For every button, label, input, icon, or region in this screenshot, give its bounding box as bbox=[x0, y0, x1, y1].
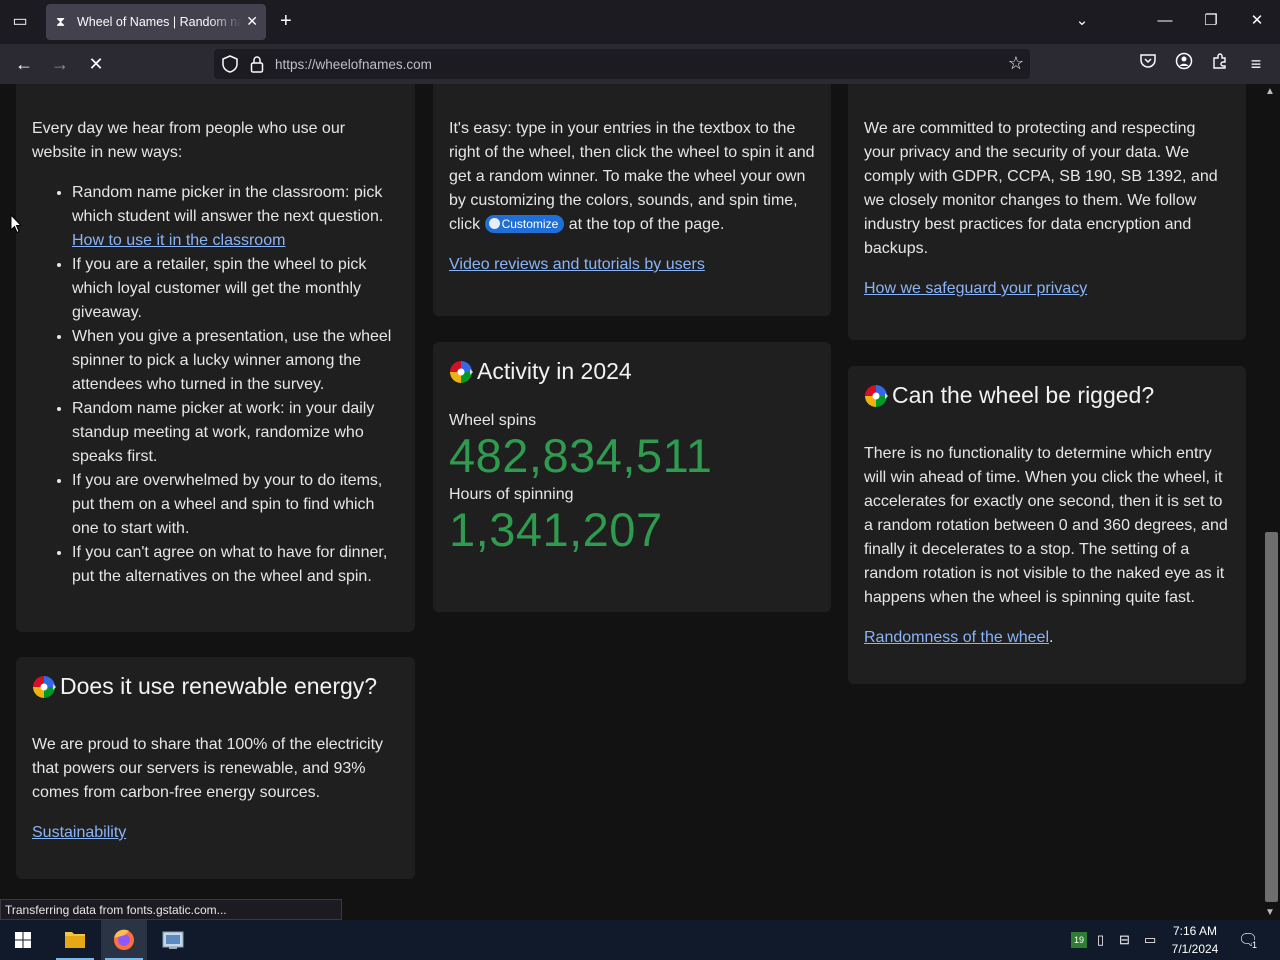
extensions-icon[interactable] bbox=[1208, 52, 1232, 76]
sustainability-link[interactable]: Sustainability bbox=[32, 824, 126, 841]
close-window-icon[interactable]: ✕ bbox=[1245, 10, 1269, 32]
app-taskbar[interactable] bbox=[150, 920, 196, 960]
wheel-logo-icon bbox=[449, 360, 473, 384]
privacy-text: We are committed to protecting and respe… bbox=[864, 120, 1218, 257]
video-reviews-link[interactable]: Video reviews and tutorials by users bbox=[449, 256, 705, 273]
firefox-taskbar[interactable] bbox=[101, 920, 147, 960]
url-text[interactable]: https://wheelofnames.com bbox=[275, 57, 432, 72]
card-renewable-energy: Does it use renewable energy? We are pro… bbox=[16, 657, 415, 879]
use-case-list: Random name picker in the classroom: pic… bbox=[32, 181, 399, 589]
how-text: It's easy: type in your entries in the t… bbox=[449, 120, 815, 233]
url-bar[interactable]: https://wheelofnames.com ☆ bbox=[214, 49, 1030, 79]
card-what-for: Every day we hear from people who use ou… bbox=[16, 84, 415, 632]
clock-time: 7:16 AM bbox=[1172, 924, 1218, 938]
card-data-privacy: We are committed to protecting and respe… bbox=[848, 84, 1246, 340]
stop-loading-icon[interactable]: ✕ bbox=[84, 52, 108, 76]
restore-icon[interactable]: ❐ bbox=[1199, 10, 1223, 32]
mouse-cursor-icon bbox=[10, 214, 22, 234]
tab-bar: ▭ ⧗ Wheel of Names | Random name picker … bbox=[0, 0, 1280, 44]
scrollbar-thumb[interactable] bbox=[1265, 532, 1278, 902]
hourglass-icon: ⧗ bbox=[56, 14, 66, 29]
scroll-up-arrow-icon[interactable]: ▲ bbox=[1265, 86, 1275, 97]
spins-value: 482,834,511 bbox=[449, 429, 713, 482]
spins-label: Wheel spins bbox=[449, 412, 537, 429]
list-item: Random name picker in the classroom: pic… bbox=[72, 181, 399, 253]
battery-icon[interactable]: ▯ bbox=[1097, 932, 1104, 948]
firefox-icon bbox=[114, 929, 134, 950]
new-tab-button[interactable]: + bbox=[280, 10, 292, 32]
card-activity: Activity in 2024 Wheel spins 482,834,511… bbox=[433, 342, 831, 612]
display-icon[interactable]: ▭ bbox=[1144, 932, 1156, 948]
back-arrow-icon[interactable]: ← bbox=[12, 52, 36, 76]
folder-icon bbox=[65, 932, 85, 948]
hours-label: Hours of spinning bbox=[449, 486, 574, 503]
pocket-icon[interactable] bbox=[1136, 52, 1160, 76]
chevron-down-icon[interactable]: ⌄ bbox=[1070, 10, 1094, 32]
scroll-down-arrow-icon[interactable]: ▼ bbox=[1265, 907, 1275, 918]
file-explorer-taskbar[interactable] bbox=[52, 920, 98, 960]
list-item: If you are overwhelmed by your to do ite… bbox=[72, 469, 399, 541]
page-content: Every day we hear from people who use ou… bbox=[0, 84, 1262, 920]
list-item: Random name picker at work: in your dail… bbox=[72, 397, 399, 469]
activity-heading: Activity in 2024 bbox=[449, 358, 815, 385]
card-intro: Every day we hear from people who use ou… bbox=[32, 120, 346, 161]
card-how-to-use: It's easy: type in your entries in the t… bbox=[433, 84, 831, 316]
rigged-heading: Can the wheel be rigged? bbox=[864, 382, 1230, 409]
list-item: When you give a presentation, use the wh… bbox=[72, 325, 399, 397]
lock-icon[interactable] bbox=[250, 55, 264, 73]
classroom-link[interactable]: How to use it in the classroom bbox=[72, 232, 285, 249]
page-scrollbar[interactable]: ▲ ▼ bbox=[1262, 84, 1280, 920]
navigation-toolbar: ← → ✕ https://wheelofnames.com ☆ ≡ bbox=[0, 44, 1280, 84]
firefox-view-button[interactable]: ▭ bbox=[6, 9, 34, 35]
tab-wheel-of-names[interactable]: ⧗ Wheel of Names | Random name picker ✕ bbox=[46, 4, 266, 40]
system-clock[interactable]: 7:16 AM 7/1/2024 bbox=[1166, 922, 1224, 958]
list-item: If you can't agree on what to have for d… bbox=[72, 541, 399, 589]
taskbar: 19 ▯ ⊟ ▭ 7:16 AM 7/1/2024 🗨 1 bbox=[0, 920, 1280, 960]
account-icon[interactable] bbox=[1172, 52, 1196, 76]
start-button[interactable] bbox=[0, 920, 46, 960]
status-panel: Transferring data from fonts.gstatic.com… bbox=[0, 899, 342, 920]
customize-chip: Customize bbox=[484, 215, 565, 233]
energy-text: We are proud to share that 100% of the e… bbox=[32, 736, 384, 801]
windows-logo-icon bbox=[15, 932, 31, 948]
network-icon[interactable]: ⊟ bbox=[1119, 932, 1130, 948]
privacy-link[interactable]: How we safeguard your privacy bbox=[864, 280, 1087, 297]
clock-date: 7/1/2024 bbox=[1171, 942, 1219, 956]
shield-icon[interactable] bbox=[222, 55, 238, 73]
wheel-logo-icon bbox=[864, 384, 888, 408]
forward-arrow-icon[interactable]: → bbox=[48, 52, 72, 76]
close-tab-icon[interactable]: ✕ bbox=[246, 13, 258, 29]
rigged-text: There is no functionality to determine w… bbox=[864, 445, 1228, 606]
notification-count: 1 bbox=[1252, 940, 1258, 950]
minimize-icon[interactable]: — bbox=[1153, 10, 1177, 32]
bookmark-star-icon[interactable]: ☆ bbox=[1008, 53, 1024, 74]
energy-heading: Does it use renewable energy? bbox=[32, 673, 399, 700]
menu-icon[interactable]: ≡ bbox=[1244, 52, 1268, 76]
window-app-icon bbox=[162, 931, 184, 949]
palette-icon bbox=[488, 218, 500, 229]
wheel-logo-icon bbox=[32, 675, 56, 699]
card-rigged: Can the wheel be rigged? There is no fun… bbox=[848, 366, 1246, 684]
hours-value: 1,341,207 bbox=[449, 503, 663, 556]
calendar-badge-icon[interactable]: 19 bbox=[1071, 932, 1087, 948]
list-item: If you are a retailer, spin the wheel to… bbox=[72, 253, 399, 325]
randomness-link[interactable]: Randomness of the wheel bbox=[864, 629, 1049, 646]
tab-title: Wheel of Names | Random name picker bbox=[77, 15, 242, 29]
